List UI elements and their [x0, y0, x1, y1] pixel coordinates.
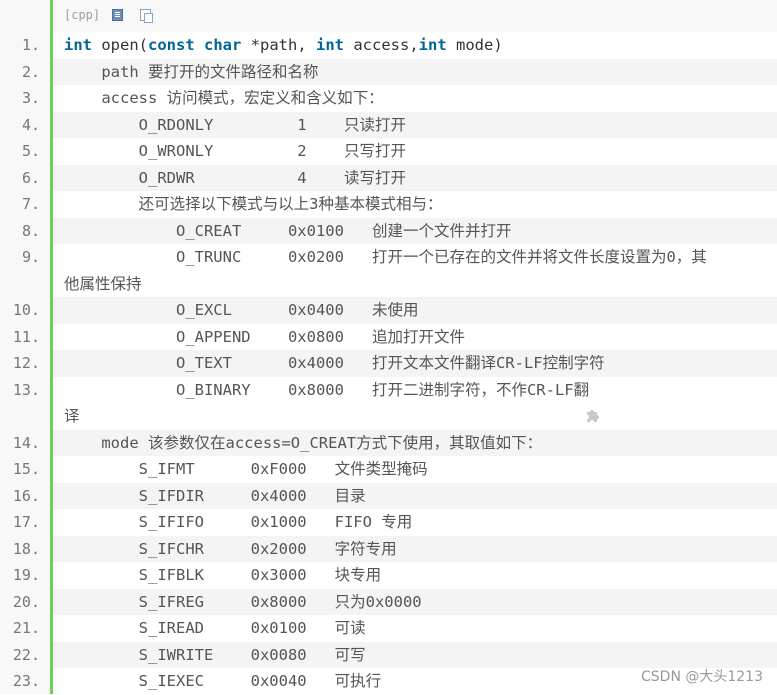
line-number: 22. — [12, 645, 40, 664]
line-number: 2. — [21, 62, 40, 81]
puzzle-icon — [587, 410, 599, 422]
code-fragment: open( — [92, 36, 148, 54]
line-number: 6. — [21, 168, 40, 187]
copy-icon[interactable] — [140, 9, 154, 23]
code-line: 17. S_IFIFO 0x1000 FIFO 专用 — [0, 509, 777, 536]
line-number: 20. — [12, 592, 40, 611]
code-fragment — [195, 36, 204, 54]
code-fragment: mode) — [446, 36, 503, 54]
code-line: 21. S_IREAD 0x0100 可读 — [0, 615, 777, 642]
code-text: 还可选择以下模式与以上3种基本模式相与： — [64, 195, 443, 213]
code-text: mode 该参数仅在access=O_CREAT方式下使用，其取值如下： — [64, 433, 543, 452]
code-line: 3. access 访问模式，宏定义和含义如下： — [0, 85, 777, 112]
code-text: O_TRUNC 0x0200 打开一个已存在的文件并将文件长度设置为0，其 — [64, 248, 707, 266]
line-number: 19. — [12, 566, 40, 584]
code-text-continuation: 他属性保持 — [64, 274, 142, 293]
line-number: 21. — [12, 619, 40, 637]
code-text: O_EXCL 0x0400 未使用 — [64, 301, 419, 319]
code-line: 7. 还可选择以下模式与以上3种基本模式相与： — [0, 191, 777, 218]
line-number: 17. — [12, 513, 40, 531]
code-line: 20. S_IFREG 0x8000 只为0x0000 — [0, 588, 777, 615]
code-line: 16. S_IFDIR 0x4000 目录 — [0, 482, 777, 509]
code-block: [cpp] 1. int open(const char *path, int … — [0, 0, 777, 695]
keyword: int — [418, 36, 447, 54]
code-fragment: access, — [344, 36, 419, 54]
keyword: int — [316, 36, 344, 54]
code-line: 5. O_WRONLY 2 只写打开 — [0, 138, 777, 165]
watermark: CSDN @大头1213 — [641, 669, 763, 685]
code-text: S_IREAD 0x0100 可读 — [64, 619, 366, 637]
code-text: O_CREAT 0x0100 创建一个文件并打开 — [64, 221, 512, 240]
line-number: 5. — [21, 142, 40, 160]
keyword: const — [148, 36, 195, 54]
code-text: O_BINARY 0x8000 打开二进制字符，不作CR-LF翻 — [64, 380, 590, 399]
code-text: O_WRONLY 2 只写打开 — [64, 142, 406, 160]
line-number: 12. — [12, 354, 40, 372]
line-number: 16. — [12, 486, 40, 505]
code-text: access 访问模式，宏定义和含义如下： — [64, 89, 384, 107]
code-text: O_RDWR 4 读写打开 — [64, 168, 406, 187]
line-number: 1. — [21, 36, 40, 54]
line-number: 13. — [12, 380, 40, 399]
code-line: 10. O_EXCL 0x0400 未使用 — [0, 297, 777, 324]
code-text-continuation: 译 — [64, 407, 80, 425]
code-text: S_IFIFO 0x1000 FIFO 专用 — [64, 513, 413, 531]
code-line: 12. O_TEXT 0x4000 打开文本文件翻译CR-LF控制字符 — [0, 350, 777, 377]
line-number: 15. — [12, 460, 40, 478]
code-line: 1. int open(const char *path, int access… — [0, 32, 777, 59]
line-number: 14. — [12, 433, 40, 452]
code-line: 18. S_IFCHR 0x2000 字符专用 — [0, 535, 777, 562]
code-text: O_RDONLY 1 只读打开 — [64, 115, 406, 134]
code-text: O_APPEND 0x0800 追加打开文件 — [64, 327, 465, 346]
code-text: S_IEXEC 0x0040 可执行 — [64, 672, 382, 690]
line-number: 3. — [21, 89, 40, 107]
code-line: 8. O_CREAT 0x0100 创建一个文件并打开 — [0, 217, 777, 244]
code-line: 4. O_RDONLY 1 只读打开 — [0, 111, 777, 138]
code-line: 6. O_RDWR 4 读写打开 — [0, 164, 777, 191]
line-number: 18. — [12, 539, 40, 558]
code-line: 2. path 要打开的文件路径和名称 — [0, 58, 777, 85]
code-lines: 1. int open(const char *path, int access… — [0, 32, 777, 695]
code-line: 11. O_APPEND 0x0800 追加打开文件 — [0, 323, 777, 350]
language-tag: [cpp] — [64, 8, 101, 22]
code-line: 13. O_BINARY 0x8000 打开二进制字符，不作CR-LF翻译 — [0, 376, 777, 430]
line-number: 4. — [21, 115, 40, 134]
line-number: 9. — [21, 248, 40, 266]
line-number: 10. — [12, 301, 40, 319]
keyword: int — [64, 36, 92, 54]
code-line: 15. S_IFMT 0xF000 文件类型掩码 — [0, 456, 777, 483]
code-text: S_IFCHR 0x2000 字符专用 — [64, 539, 397, 558]
code-line: 22. S_IWRITE 0x0080 可写 — [0, 641, 777, 668]
code-text: S_IFBLK 0x3000 块专用 — [64, 566, 382, 584]
code-line: 19. S_IFBLK 0x3000 块专用 — [0, 562, 777, 589]
code-fragment: *path, — [241, 36, 316, 54]
code-toolbar: [cpp] — [53, 0, 777, 30]
code-text: S_IFREG 0x8000 只为0x0000 — [64, 592, 422, 611]
code-text: path 要打开的文件路径和名称 — [64, 62, 319, 81]
code-line: 9. O_TRUNC 0x0200 打开一个已存在的文件并将文件长度设置为0，其… — [0, 244, 777, 297]
code-text: S_IFMT 0xF000 文件类型掩码 — [64, 460, 428, 478]
line-number: 23. — [12, 672, 40, 690]
code-text: S_IWRITE 0x0080 可写 — [64, 645, 366, 664]
code-text: O_TEXT 0x4000 打开文本文件翻译CR-LF控制字符 — [64, 354, 605, 372]
code-line: 14. mode 该参数仅在access=O_CREAT方式下使用，其取值如下： — [0, 429, 777, 456]
line-number: 7. — [21, 195, 40, 213]
line-number: 8. — [21, 221, 40, 240]
line-number: 11. — [12, 327, 40, 346]
code-text: S_IFDIR 0x4000 目录 — [64, 486, 366, 505]
code-text: int open(const char *path, int access,in… — [64, 32, 503, 59]
keyword: char — [204, 36, 242, 54]
view-plain-icon[interactable] — [112, 9, 124, 21]
